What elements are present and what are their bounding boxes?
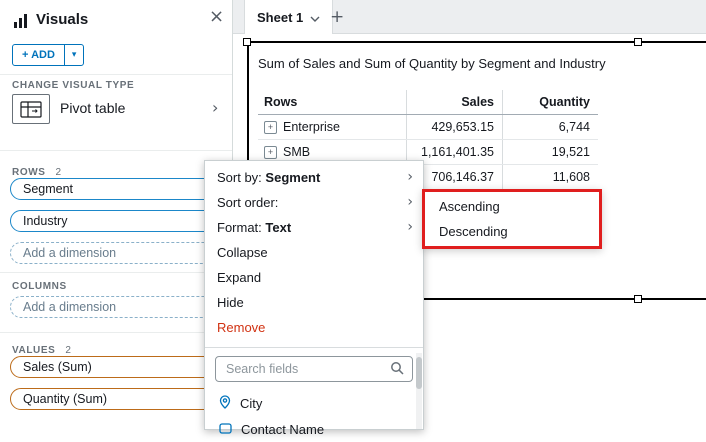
row-label: Enterprise [283, 120, 340, 134]
values-section-label: VALUES2 [12, 341, 72, 356]
tab-sheet-1-label: Sheet 1 [257, 10, 303, 25]
pivot-table-icon[interactable] [12, 94, 50, 124]
change-visual-type-label: CHANGE VISUAL TYPE [12, 80, 134, 91]
submenu-item-ascending[interactable]: Ascending [425, 194, 599, 219]
header-sales: Sales [406, 90, 502, 114]
expand-icon[interactable]: + [264, 121, 277, 134]
close-icon[interactable]: × [209, 8, 224, 26]
menu-item-remove[interactable]: Remove [205, 315, 423, 340]
submenu-arrow-icon: › [407, 215, 413, 240]
tab-sheet-1[interactable]: Sheet 1 [244, 0, 333, 34]
expand-icon[interactable]: + [264, 146, 277, 159]
panel-title: Visuals [36, 11, 88, 28]
row-label: SMB [283, 145, 310, 159]
caret-down-icon[interactable]: ▾ [64, 45, 84, 65]
menu-item-expand[interactable]: Expand [205, 265, 423, 290]
rows-count: 2 [56, 167, 62, 178]
columns-add-dimension[interactable]: Add a dimension [10, 296, 221, 318]
field-label: City [240, 396, 262, 411]
visual-title: Sum of Sales and Sum of Quantity by Segm… [258, 56, 606, 71]
context-menu: Sort by: Segment › Sort order: › Format:… [204, 160, 424, 430]
divider [0, 74, 232, 75]
resize-handle-top-left[interactable] [243, 38, 251, 46]
field-list-item-city[interactable]: City [205, 390, 423, 416]
field-label: Contact Name [241, 422, 324, 437]
columns-section-label: COLUMNS [12, 281, 67, 292]
search-icon [390, 361, 404, 378]
header-quantity: Quantity [502, 90, 598, 114]
text-field-icon [219, 422, 232, 437]
chevron-down-icon[interactable] [310, 10, 320, 25]
add-button[interactable]: + ADD ▾ [12, 44, 84, 66]
field-pill-sales-sum[interactable]: Sales (Sum) [10, 356, 221, 378]
divider [0, 332, 232, 333]
table-row: + Enterprise 429,653.15 6,744 [258, 115, 598, 140]
submenu-arrow-icon: › [407, 165, 413, 190]
sort-order-submenu annotation-red-box: Ascending Descending [422, 189, 602, 249]
search-fields-input[interactable] [224, 361, 390, 377]
submenu-item-descending[interactable]: Descending [425, 219, 599, 244]
divider [0, 272, 232, 273]
divider [0, 150, 232, 151]
menu-item-sort-by[interactable]: Sort by: Segment › [205, 165, 423, 190]
menu-item-format[interactable]: Format: Text › [205, 215, 423, 240]
visuals-panel: Visuals × + ADD ▾ CHANGE VISUAL TYPE Piv… [0, 0, 233, 430]
field-pill-segment[interactable]: Segment [10, 178, 221, 200]
field-pill-quantity-sum[interactable]: Quantity (Sum) [10, 388, 221, 410]
field-list-item-contact-name[interactable]: Contact Name [205, 416, 423, 442]
menu-scrollbar-thumb[interactable] [416, 357, 422, 389]
sales-value: 429,653.15 [406, 115, 502, 139]
menu-item-collapse[interactable]: Collapse [205, 240, 423, 265]
chevron-right-icon[interactable]: › [212, 100, 218, 116]
visual-type-label[interactable]: Pivot table [60, 100, 125, 116]
menu-divider [205, 347, 423, 348]
menu-item-hide[interactable]: Hide [205, 290, 423, 315]
bar-chart-icon [13, 13, 29, 32]
resize-handle-bottom-center[interactable] [634, 295, 642, 303]
rows-add-dimension[interactable]: Add a dimension [10, 242, 221, 264]
add-sheet-button[interactable]: + [330, 7, 344, 27]
add-button-label[interactable]: + ADD [13, 45, 64, 65]
rows-section-label: ROWS2 [12, 163, 62, 178]
quantity-value: 6,744 [502, 115, 598, 139]
submenu-arrow-icon: › [407, 190, 413, 215]
menu-item-sort-order[interactable]: Sort order: › [205, 190, 423, 215]
values-count: 2 [65, 345, 71, 356]
field-pill-industry[interactable]: Industry [10, 210, 221, 232]
header-rows: Rows [258, 90, 406, 114]
location-pin-icon [219, 395, 231, 412]
quantity-value: 19,521 [502, 140, 598, 164]
table-header-row: Rows Sales Quantity [258, 90, 598, 115]
resize-handle-top-center[interactable] [634, 38, 642, 46]
search-fields-box[interactable] [215, 356, 413, 382]
quantity-value: 11,608 [502, 165, 598, 189]
